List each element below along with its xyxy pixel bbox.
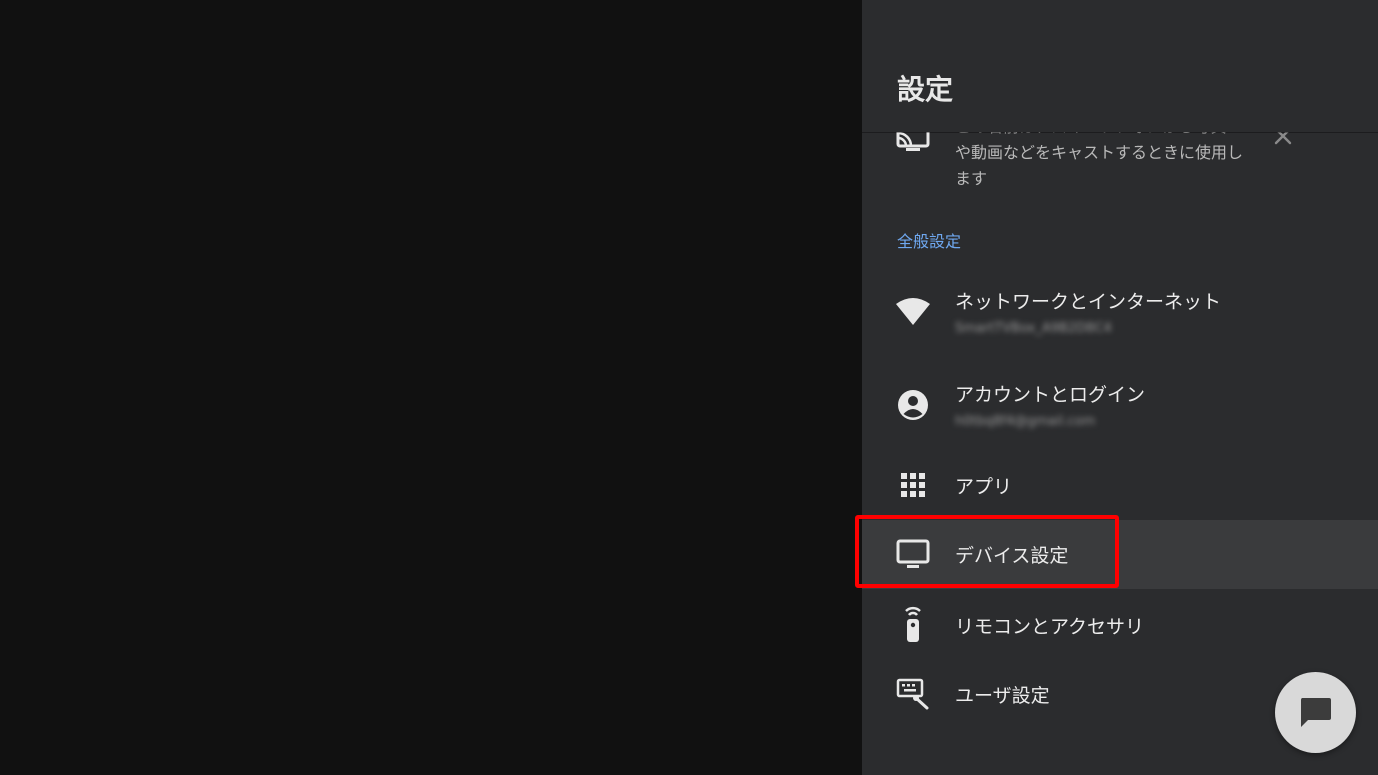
section-general-settings: 全般設定 <box>897 232 962 251</box>
settings-panel: 設定 この名前は、スマートフォンから写真 や動画などをキャストするときに使用しま… <box>862 0 1378 775</box>
menu-item-title: ユーザ設定 <box>955 685 1050 707</box>
menu-item-title: アプリ <box>955 476 1013 498</box>
menu-item-title: アカウントとログイン <box>955 384 1146 406</box>
wifi-icon <box>896 298 930 325</box>
page-title: 設定 <box>897 73 954 106</box>
focus-highlight-box <box>855 515 1119 588</box>
account-circle-icon <box>898 390 928 420</box>
menu-item-network[interactable]: ネットワークとインターネット SmartTVBox_A9B2D8C4 <box>862 276 1378 354</box>
tv-content-area <box>0 0 862 775</box>
menu-item-subtitle: h0tbq8f4@gmail.com <box>955 414 1096 429</box>
menu-item-account[interactable]: アカウントとログイン h0tbq8f4@gmail.com <box>862 368 1378 446</box>
chat-button[interactable] <box>1275 672 1356 753</box>
panel-header: 設定 <box>862 0 1378 132</box>
chat-icon <box>1300 698 1331 727</box>
menu-item-title: リモコンとアクセサリ <box>955 616 1145 638</box>
apps-grid-icon <box>901 473 925 497</box>
menu-item-subtitle: SmartTVBox_A9B2D8C4 <box>955 321 1112 336</box>
menu-item-apps[interactable]: アプリ <box>862 452 1378 518</box>
menu-item-title: ネットワークとインターネット <box>955 291 1222 313</box>
remote-icon <box>905 606 921 642</box>
menu-item-remote[interactable]: リモコンとアクセサリ <box>862 592 1378 658</box>
keyboard-user-icon <box>896 678 929 710</box>
cast-description-text: や動画などをキャストするときに使用します <box>955 143 1244 188</box>
